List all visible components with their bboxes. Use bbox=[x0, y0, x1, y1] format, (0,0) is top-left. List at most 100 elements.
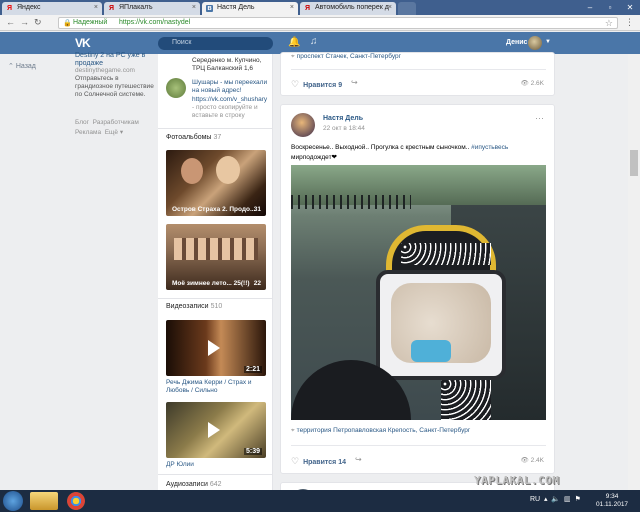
play-icon bbox=[208, 422, 220, 438]
back-arrow-icon[interactable]: ← bbox=[6, 17, 15, 27]
chevron-up-icon: ⌃ bbox=[8, 63, 14, 70]
new-tab-button[interactable] bbox=[398, 2, 416, 15]
group-title[interactable]: Шушары - мы переехали на новый адрес! bbox=[192, 79, 272, 95]
videos-header[interactable]: Видеозаписи 510 bbox=[166, 303, 222, 310]
chrome-icon[interactable] bbox=[67, 492, 85, 510]
close-icon[interactable]: × bbox=[192, 4, 196, 11]
back-link[interactable]: ⌃ Назад bbox=[8, 62, 36, 70]
windows-start-icon[interactable] bbox=[3, 491, 23, 511]
url-input[interactable]: 🔒 Надежный https://vk.com/nastydel ☆ bbox=[58, 17, 618, 29]
post-location[interactable]: ⌖ проспект Стачек, Санкт-Петербург bbox=[291, 53, 401, 61]
forward-arrow-icon[interactable]: → bbox=[20, 17, 29, 27]
photo-face bbox=[181, 158, 203, 184]
system-tray: RU ▴ 🔈 ▥ ⚑ bbox=[530, 495, 581, 503]
play-icon bbox=[208, 340, 220, 356]
post-photo[interactable] bbox=[291, 165, 546, 420]
ad-title[interactable]: Destiny 2 на PC уже в продаже bbox=[75, 52, 155, 68]
flag-icon[interactable]: ⚑ bbox=[575, 496, 581, 503]
group-url[interactable]: https://vk.com/v_shushary bbox=[192, 96, 272, 104]
scrollbar-thumb[interactable] bbox=[630, 150, 638, 176]
bookmark-star-icon[interactable]: ☆ bbox=[605, 18, 613, 29]
eye-icon: 👁 bbox=[520, 457, 529, 464]
yaplakal-icon: Я bbox=[108, 5, 115, 12]
url-text: https://vk.com/nastydel bbox=[119, 19, 191, 26]
share-icon[interactable]: ↪ bbox=[351, 78, 358, 87]
photo-group bbox=[174, 238, 258, 260]
audio-header[interactable]: Аудиозаписи 642 bbox=[166, 481, 222, 488]
wall-post: ⌖ проспект Стачек, Санкт-Петербург ♡ Нрави… bbox=[280, 52, 555, 96]
tab-yaplakal[interactable]: Я ЯПлакалъ × bbox=[104, 2, 200, 15]
view-counter: 👁 2.4K bbox=[520, 457, 544, 464]
ad-text: Отправьтесь в грандиозное путешествие по… bbox=[75, 75, 154, 98]
footer-links: Блог Разработчикам Реклама Ещё ▾ bbox=[75, 118, 155, 138]
album-caption: Моё зимнее лето... 25(!!) bbox=[172, 280, 250, 287]
album-thumbnail[interactable]: Остров Страха 2. Продо... 31 bbox=[166, 150, 266, 216]
chevron-up-icon[interactable]: ▴ bbox=[544, 496, 548, 503]
vk-logo[interactable]: VK bbox=[75, 36, 91, 50]
user-name[interactable]: Денис bbox=[506, 39, 527, 46]
bell-icon[interactable]: 🔔 bbox=[288, 37, 300, 48]
system-clock[interactable]: 9:34 01.11.2017 bbox=[596, 493, 628, 509]
close-icon[interactable]: × bbox=[94, 4, 98, 11]
tab-vk-active[interactable]: в Настя Дель × bbox=[202, 2, 298, 15]
group-avatar[interactable] bbox=[166, 78, 186, 98]
share-icon[interactable]: ↪ bbox=[355, 455, 362, 464]
address-bar: ← → ↻ 🔒 Надежный https://vk.com/nastydel… bbox=[0, 15, 640, 31]
video-thumbnail[interactable]: 2:21 bbox=[166, 320, 266, 376]
wall-post: Настя Дель 22 окт в 18:44 ··· Воскресень… bbox=[280, 104, 555, 474]
albums-header[interactable]: Фотоальбомы 37 bbox=[166, 134, 221, 141]
reload-icon[interactable]: ↻ bbox=[34, 17, 42, 28]
explorer-icon[interactable] bbox=[30, 492, 58, 510]
chevron-down-icon[interactable]: ▼ bbox=[545, 39, 551, 45]
album-thumbnail[interactable]: Моё зимнее лето... 25(!!) 22 bbox=[166, 224, 266, 290]
album-count: 22 bbox=[253, 280, 261, 287]
post-author[interactable]: Настя Дель bbox=[323, 115, 363, 122]
tab-yandex[interactable]: Я Яндекс × bbox=[2, 2, 102, 15]
close-icon[interactable]: × bbox=[388, 4, 392, 11]
close-icon[interactable]: × bbox=[290, 4, 294, 11]
footer-more-link[interactable]: Ещё bbox=[105, 129, 118, 136]
pin-icon: ⌖ bbox=[291, 427, 295, 434]
video-title[interactable]: ДР Юлии bbox=[166, 461, 266, 469]
pin-icon: ⌖ bbox=[291, 53, 295, 60]
volume-icon[interactable]: 🔈 bbox=[551, 496, 560, 503]
ad-domain[interactable]: destinythegame.com bbox=[75, 67, 155, 75]
like-button[interactable]: ♡ Нравится 14 bbox=[291, 456, 346, 467]
heart-icon: ♡ bbox=[291, 79, 300, 89]
video-thumbnail[interactable]: 5:39 bbox=[166, 402, 266, 458]
search-input[interactable]: Поиск bbox=[158, 37, 273, 50]
browser-menu-icon[interactable]: ⋮ bbox=[625, 17, 634, 28]
scrollbar[interactable] bbox=[628, 54, 640, 490]
footer-blog-link[interactable]: Блог bbox=[75, 119, 89, 126]
browser-tab-bar: Я Яндекс × Я ЯПлакалъ × в Настя Дель × Я… bbox=[0, 0, 640, 15]
language-indicator[interactable]: RU bbox=[530, 496, 540, 503]
album-count: 31 bbox=[253, 206, 261, 213]
music-icon[interactable]: ♫ bbox=[310, 36, 318, 47]
more-options-icon[interactable]: ··· bbox=[535, 113, 544, 123]
yandex-icon: Я bbox=[6, 5, 13, 12]
post-date[interactable]: 22 окт в 18:44 bbox=[323, 125, 365, 132]
divider bbox=[291, 445, 546, 446]
maximize-icon[interactable]: ▫ bbox=[600, 0, 620, 15]
footer-dev-link[interactable]: Разработчикам bbox=[93, 119, 139, 126]
minimize-icon[interactable]: – bbox=[580, 0, 600, 15]
group-address: Середенко м. Купчино, ТРЦ Балканский 1,6 bbox=[192, 57, 262, 72]
left-column: ⌃ Назад Destiny 2 на PC уже в продаже de… bbox=[0, 52, 158, 490]
stroller-pattern bbox=[401, 243, 491, 265]
vk-icon: в bbox=[206, 5, 213, 12]
chevron-down-icon: ▾ bbox=[119, 129, 124, 136]
footer-ads-link[interactable]: Реклама bbox=[75, 129, 101, 136]
like-button[interactable]: ♡ Нравится 9 bbox=[291, 79, 342, 90]
tab-yaplakal-2[interactable]: Я Автомобиль поперек д × bbox=[300, 2, 396, 15]
close-window-icon[interactable]: ✕ bbox=[620, 0, 640, 15]
video-title[interactable]: Речь Джима Керри / Страх и Любовь / Силь… bbox=[166, 379, 266, 395]
hashtag-link[interactable]: #ипустьвесь bbox=[471, 144, 508, 151]
vk-header: VK ⌕ Поиск 🔔 ♫ Денис ▼ bbox=[0, 32, 640, 54]
yaplakal-icon: Я bbox=[304, 5, 311, 12]
group-description: - просто скопируйте и вставьте в строку bbox=[192, 104, 258, 119]
post-location[interactable]: ⌖ территория Петропавловская Крепость, Са… bbox=[291, 427, 470, 435]
eye-icon: 👁 bbox=[520, 80, 529, 87]
user-avatar[interactable] bbox=[528, 36, 542, 50]
author-avatar[interactable] bbox=[291, 113, 315, 137]
network-icon[interactable]: ▥ bbox=[564, 496, 571, 503]
